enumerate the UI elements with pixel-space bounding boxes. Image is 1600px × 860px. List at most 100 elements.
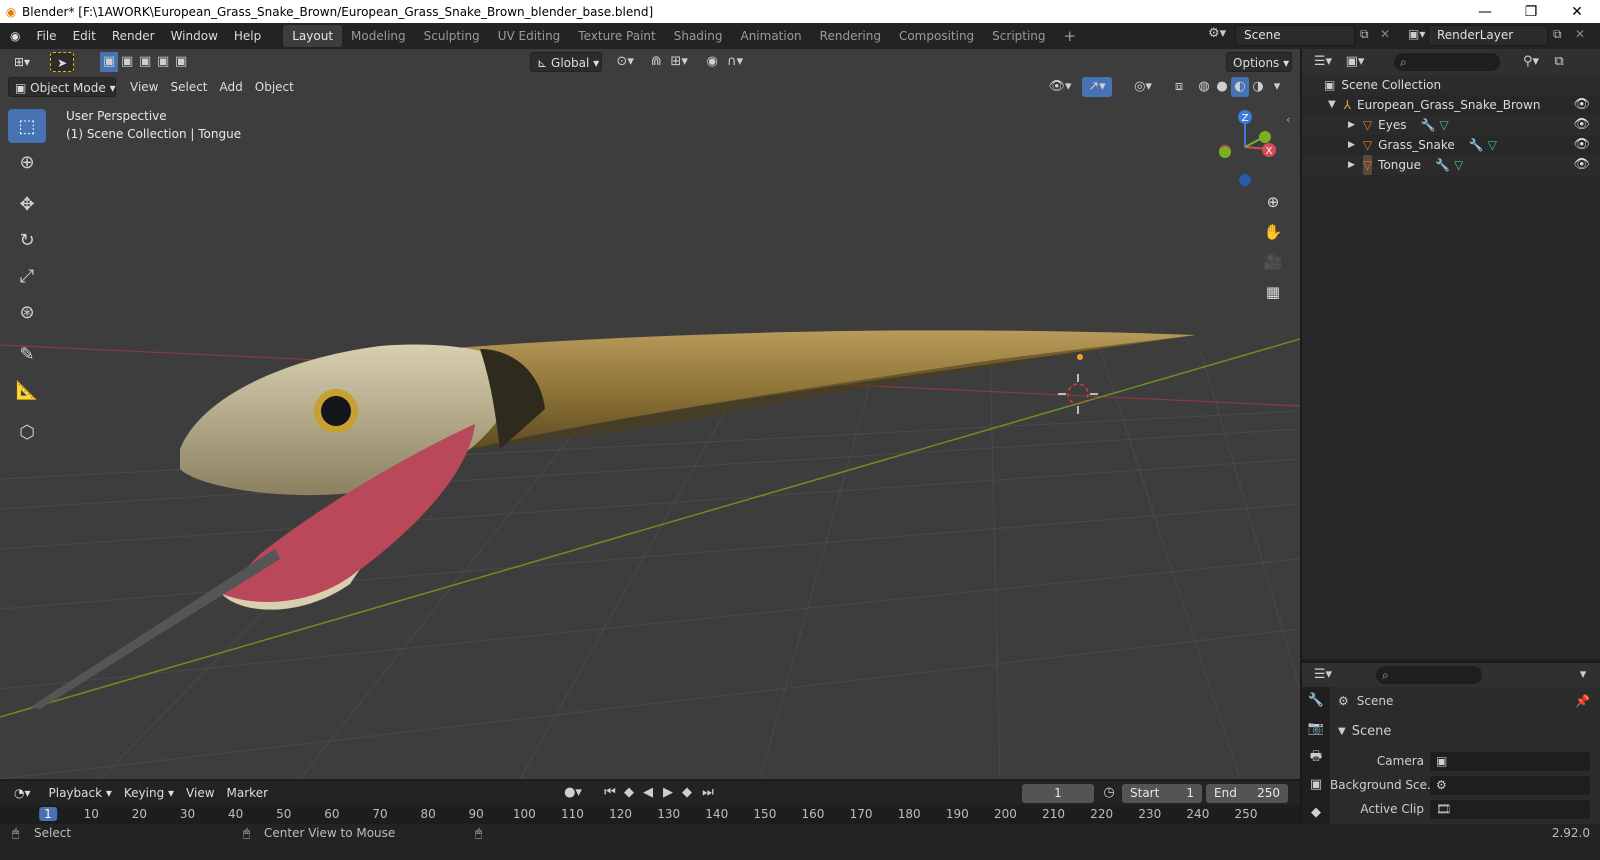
- gizmo-toggle-icon[interactable]: ↗▾: [1082, 77, 1112, 97]
- active-clip-field[interactable]: 🎞: [1430, 799, 1590, 819]
- tab-animation[interactable]: Animation: [731, 25, 810, 47]
- menu-keying[interactable]: Keying ▾: [118, 783, 180, 803]
- jump-to-end-icon[interactable]: ⏭: [700, 783, 716, 803]
- scene-panel-header[interactable]: ▼ Scene: [1330, 719, 1600, 743]
- navigation-gizmo[interactable]: Z X: [1210, 107, 1280, 187]
- timeline-editor-type-icon[interactable]: ◔▾: [8, 783, 37, 803]
- add-workspace-icon[interactable]: +: [1055, 25, 1086, 47]
- properties-search-input[interactable]: ⌕: [1376, 666, 1482, 684]
- menu-select[interactable]: Select: [164, 77, 213, 97]
- select-mode-intersect-icon[interactable]: ▣: [172, 52, 190, 72]
- expand-arrow-icon[interactable]: ▼: [1328, 95, 1336, 115]
- tab-texture-paint[interactable]: Texture Paint: [569, 25, 664, 47]
- tab-uv-editing[interactable]: UV Editing: [489, 25, 570, 47]
- tab-shading[interactable]: Shading: [665, 25, 732, 47]
- filter-icon[interactable]: ⚲▾: [1518, 52, 1544, 72]
- add-cube-tool-icon[interactable]: ⬡: [8, 415, 46, 449]
- delete-view-layer-icon[interactable]: ✕: [1575, 27, 1585, 41]
- select-mode-extend-icon[interactable]: ▣: [118, 52, 136, 72]
- pin-icon[interactable]: 📌: [1575, 694, 1590, 708]
- properties-editor-type-icon[interactable]: ☰▾: [1310, 665, 1336, 685]
- outliner-row-grass-snake[interactable]: ▶ ▽ Grass_Snake 🔧 ▽ 👁: [1302, 135, 1600, 155]
- proportional-edit-icon[interactable]: ◉: [702, 52, 722, 72]
- solid-shading-icon[interactable]: ●: [1213, 77, 1231, 97]
- delete-scene-icon[interactable]: ✕: [1380, 27, 1390, 41]
- menu-view[interactable]: View: [124, 77, 164, 97]
- pan-hand-icon[interactable]: ✋: [1260, 219, 1286, 245]
- tab-sculpting[interactable]: Sculpting: [415, 25, 489, 47]
- rendered-shading-icon[interactable]: ◑: [1249, 77, 1267, 97]
- visibility-eye-icon[interactable]: 👁: [1573, 115, 1590, 135]
- outliner-row-eyes[interactable]: ▶ ▽ Eyes 🔧 ▽ 👁: [1302, 115, 1600, 135]
- outliner-row-tongue[interactable]: ▶ ▽ Tongue 🔧 ▽ 👁: [1302, 155, 1600, 175]
- snap-target-icon[interactable]: ⊞▾: [666, 52, 692, 72]
- camera-field[interactable]: ▣: [1430, 751, 1590, 771]
- shading-options-icon[interactable]: ▾: [1270, 77, 1284, 97]
- tool-tab-icon[interactable]: 🔧: [1302, 687, 1330, 715]
- wireframe-shading-icon[interactable]: ◍: [1195, 77, 1213, 97]
- new-collection-icon[interactable]: ⧉: [1550, 52, 1568, 72]
- sidebar-toggle-icon[interactable]: ‹: [1286, 113, 1290, 126]
- minimize-button[interactable]: —: [1462, 4, 1508, 20]
- play-icon[interactable]: ▶: [660, 783, 676, 803]
- camera-view-icon[interactable]: 🎥: [1260, 249, 1286, 275]
- scale-tool-icon[interactable]: ⤢: [8, 259, 46, 293]
- jump-to-start-icon[interactable]: ⏮: [602, 783, 618, 803]
- auto-keying-icon[interactable]: ●▾: [560, 783, 586, 803]
- display-mode-icon[interactable]: ▣▾: [1342, 52, 1368, 72]
- menu-window[interactable]: Window: [163, 23, 226, 49]
- end-frame-field[interactable]: End 250: [1206, 784, 1288, 803]
- scene-tab-icon[interactable]: ◆: [1302, 799, 1330, 827]
- annotate-tool-icon[interactable]: ✎: [8, 337, 46, 371]
- select-mode-new-icon[interactable]: ▣: [100, 52, 119, 72]
- current-frame-field[interactable]: 1: [1022, 784, 1094, 803]
- outliner-search-input[interactable]: ⌕: [1394, 53, 1500, 71]
- options-dropdown[interactable]: Options ▾: [1226, 52, 1292, 72]
- visibility-eye-icon[interactable]: 👁: [1573, 95, 1590, 115]
- snap-icon[interactable]: ⋒: [646, 52, 666, 72]
- menu-render[interactable]: Render: [104, 23, 163, 49]
- frame-ruler[interactable]: 1 10 20 30 40 50 60 70 80 90 100 110 120 130 140 150 160…: [0, 805, 1300, 824]
- current-frame-marker[interactable]: 1: [39, 807, 57, 821]
- expand-arrow-icon[interactable]: ▶: [1348, 135, 1355, 155]
- visibility-eye-icon[interactable]: 👁: [1573, 135, 1590, 155]
- zoom-icon[interactable]: ⊕: [1260, 189, 1286, 215]
- jump-to-keyframe-next-icon[interactable]: ◆: [678, 783, 696, 803]
- view-layer-icon[interactable]: ▣▾: [1408, 27, 1425, 41]
- tab-rendering[interactable]: Rendering: [811, 25, 890, 47]
- maximize-button[interactable]: ❐: [1508, 4, 1554, 20]
- jump-to-keyframe-prev-icon[interactable]: ◆: [620, 783, 638, 803]
- panel-collapse-icon[interactable]: ▼: [1338, 726, 1346, 737]
- expand-arrow-icon[interactable]: ▶: [1348, 115, 1355, 135]
- falloff-icon[interactable]: ∩▾: [722, 52, 748, 72]
- xray-icon[interactable]: ⧈: [1170, 77, 1188, 97]
- outliner-row-armature[interactable]: ▼ ⅄ European_Grass_Snake_Brown 👁: [1302, 95, 1600, 115]
- menu-timeline-view[interactable]: View: [180, 783, 220, 803]
- overlay-toggle-icon[interactable]: ◎▾: [1125, 77, 1161, 97]
- measure-tool-icon[interactable]: 📐: [8, 373, 46, 407]
- select-mode-difference-icon[interactable]: ▣: [154, 52, 172, 72]
- outliner-editor-type-icon[interactable]: ☰▾: [1310, 52, 1336, 72]
- menu-file[interactable]: File: [28, 23, 64, 49]
- menu-edit[interactable]: Edit: [65, 23, 104, 49]
- properties-options-icon[interactable]: ▾: [1576, 665, 1590, 685]
- output-tab-icon[interactable]: 🖶: [1302, 743, 1330, 771]
- tab-scripting[interactable]: Scripting: [983, 25, 1054, 47]
- start-frame-field[interactable]: Start 1: [1122, 784, 1202, 803]
- transform-orientation-dropdown[interactable]: ⊾ Global ▾: [530, 52, 603, 72]
- preview-range-icon[interactable]: ◷: [1100, 783, 1118, 803]
- mode-dropdown[interactable]: ▣ Object Mode ▾: [8, 77, 116, 97]
- 3d-viewport[interactable]: ⊞▾ ➤ ▣ ▣ ▣ ▣ ▣ ⊾ Global ▾ ⊙▾ ⋒ ⊞▾ ◉ ∩▾ O…: [0, 49, 1300, 779]
- menu-playback[interactable]: Playback ▾: [43, 783, 118, 803]
- visibility-icon[interactable]: 👁▾: [1045, 77, 1075, 97]
- transform-tool-icon[interactable]: ⊛: [8, 295, 46, 329]
- view-layer-tab-icon[interactable]: ▣: [1302, 771, 1330, 799]
- render-tab-icon[interactable]: 📷: [1302, 715, 1330, 743]
- rotate-tool-icon[interactable]: ↻: [8, 223, 46, 257]
- expand-arrow-icon[interactable]: ▶: [1348, 155, 1355, 175]
- menu-marker[interactable]: Marker: [221, 783, 274, 803]
- move-tool-icon[interactable]: ✥: [8, 187, 46, 221]
- visibility-eye-icon[interactable]: 👁: [1573, 155, 1590, 175]
- scene-selector-icon[interactable]: ⚙▾: [1208, 26, 1226, 41]
- editor-type-icon[interactable]: ⊞▾: [8, 52, 36, 72]
